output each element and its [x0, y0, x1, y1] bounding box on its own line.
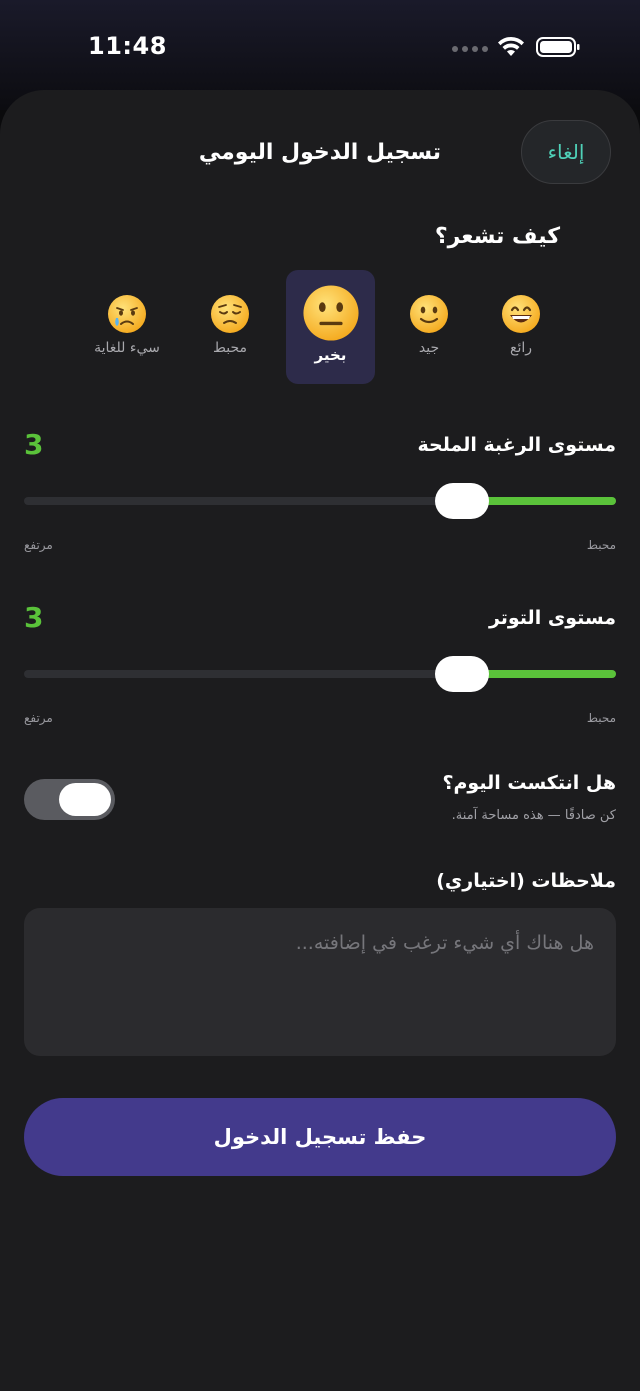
stress-slider-thumb[interactable] [435, 656, 489, 692]
stress-low-label: محبط [586, 711, 616, 725]
stress-slider[interactable] [24, 656, 616, 692]
mood-option-great[interactable]: رائع [476, 270, 566, 384]
mood-option-good[interactable]: جيد [384, 270, 474, 384]
save-check-in-button[interactable]: حفظ تسجيل الدخول [24, 1098, 616, 1176]
wifi-icon [498, 36, 524, 56]
grinning-face-icon [502, 295, 540, 333]
notes-label: ملاحظات (اختياري) [436, 870, 616, 892]
craving-slider[interactable] [24, 483, 616, 519]
mood-label: رائع [510, 340, 532, 356]
stress-label: مستوى التوتر [488, 607, 616, 629]
mood-option-terrible[interactable]: سيء للغاية [82, 270, 172, 384]
craving-label: مستوى الرغبة الملحة [417, 434, 617, 456]
stress-value: 3 [24, 601, 44, 634]
battery-icon [536, 37, 580, 57]
status-time: 11:48 [88, 32, 167, 60]
check-in-sheet: تسجيل الدخول اليومي إلغاء كيف تشعر؟ رائع [0, 90, 640, 1391]
page-title: تسجيل الدخول اليومي [198, 140, 442, 165]
craving-low-label: محبط [586, 538, 616, 552]
mood-option-okay[interactable]: بخير [286, 270, 375, 384]
relapse-toggle-knob [59, 783, 111, 816]
mood-selector: رائع جيد بخير محبط سيء للغاية [0, 270, 640, 386]
cancel-button[interactable]: إلغاء [521, 120, 611, 184]
mood-label: جيد [418, 340, 440, 356]
craving-value: 3 [24, 428, 44, 461]
crying-face-icon [108, 295, 146, 333]
slightly-smiling-face-icon [410, 295, 448, 333]
pensive-face-icon [211, 295, 249, 333]
cellular-signal-icon [452, 46, 488, 52]
notes-input[interactable] [24, 908, 616, 1056]
mood-question: كيف تشعر؟ [434, 224, 560, 249]
craving-high-label: مرتفع [24, 538, 53, 552]
relapse-toggle[interactable] [24, 779, 115, 820]
relapse-subtitle: كن صادقًا — هذه مساحة آمنة. [451, 808, 616, 823]
mood-option-down[interactable]: محبط [185, 270, 275, 384]
neutral-face-icon [302, 285, 359, 341]
craving-slider-thumb[interactable] [435, 483, 489, 519]
mood-label: محبط [212, 340, 248, 356]
mood-label: بخير [314, 346, 347, 364]
stress-high-label: مرتفع [24, 711, 53, 725]
status-bar: 11:48 [0, 0, 640, 90]
relapse-question: هل انتكست اليوم؟ [442, 772, 616, 794]
mood-label: سيء للغاية [94, 340, 160, 356]
